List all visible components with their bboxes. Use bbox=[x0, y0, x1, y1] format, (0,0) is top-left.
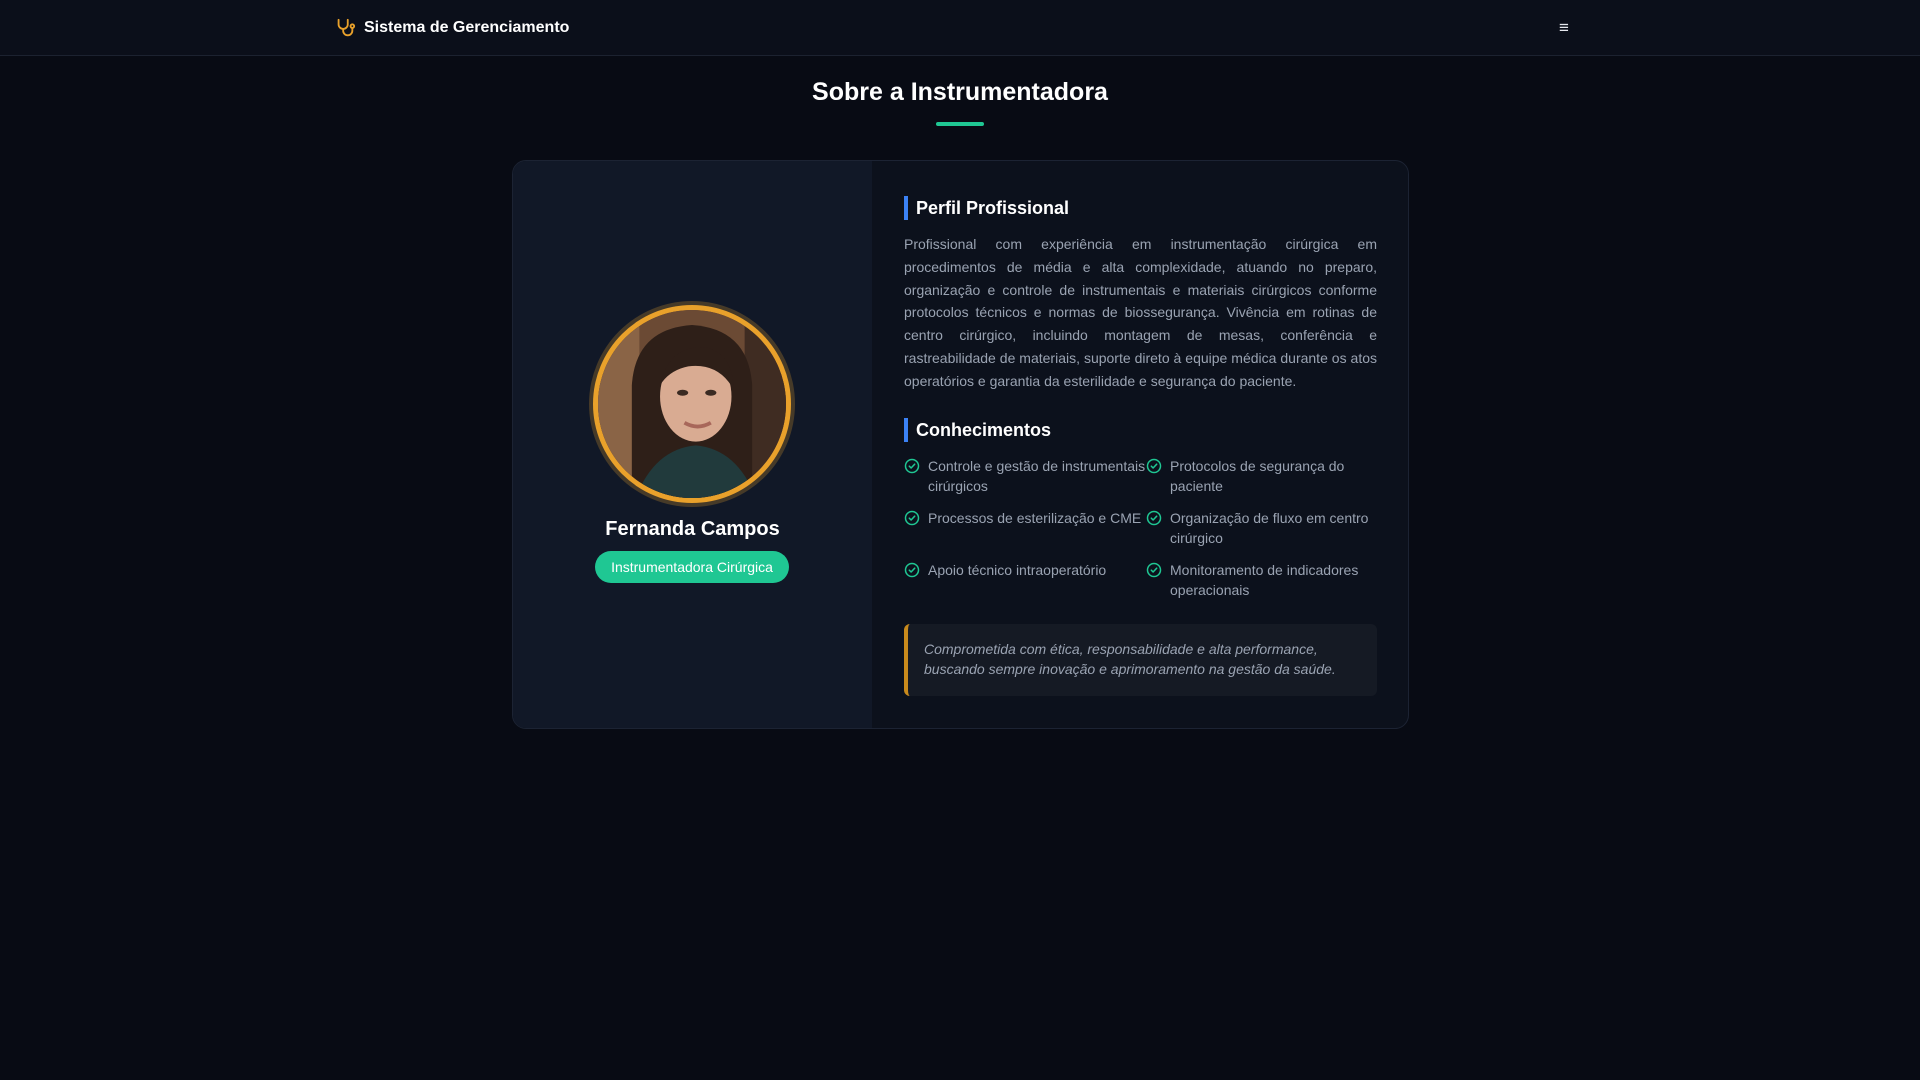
profile-description: Profissional com experiência em instrume… bbox=[904, 236, 1377, 389]
skill-label: Organização de fluxo em centro cirúrgico bbox=[1170, 510, 1369, 546]
title-underline bbox=[936, 122, 984, 126]
check-circle-icon bbox=[1146, 458, 1162, 474]
stethoscope-icon bbox=[334, 17, 356, 39]
mission-quote: Comprometida com ética, responsabilidade… bbox=[904, 624, 1377, 696]
top-navbar: Sistema de Gerenciamento ≡ bbox=[0, 0, 1920, 56]
profile-card: Fernanda Campos Instrumentadora Cirúrgic… bbox=[512, 160, 1409, 729]
skill-item: Apoio técnico intraoperatório bbox=[904, 560, 1146, 600]
person-name: Fernanda Campos bbox=[605, 518, 780, 540]
hamburger-menu-icon: ≡ bbox=[1559, 18, 1569, 37]
skills-list: Controle e gestão de instrumentais cirúr… bbox=[904, 456, 1377, 600]
skill-label: Apoio técnico intraoperatório bbox=[928, 562, 1107, 578]
skill-item: Monitoramento de indicadores operacionai… bbox=[1146, 560, 1377, 600]
avatar-frame bbox=[593, 305, 791, 503]
skill-item: Processos de esterilização e CME bbox=[904, 508, 1146, 548]
skill-label: Protocolos de segurança do paciente bbox=[1170, 458, 1345, 494]
profile-sidebar: Fernanda Campos Instrumentadora Cirúrgic… bbox=[513, 161, 872, 728]
check-circle-icon bbox=[1146, 562, 1162, 578]
skill-label: Processos de esterilização e CME bbox=[928, 510, 1142, 526]
skill-item: Organização de fluxo em centro cirúrgico bbox=[1146, 508, 1377, 548]
brand-link[interactable]: Sistema de Gerenciamento bbox=[334, 16, 569, 40]
brand-name: Sistema de Gerenciamento bbox=[364, 19, 570, 36]
check-circle-icon bbox=[1146, 510, 1162, 526]
skill-item: Controle e gestão de instrumentais cirúr… bbox=[904, 456, 1146, 496]
profile-heading: Perfil Profissional bbox=[904, 196, 1069, 220]
profile-details: Perfil Profissional Profissional com exp… bbox=[872, 161, 1408, 728]
skill-label: Controle e gestão de instrumentais cirúr… bbox=[928, 458, 1146, 494]
menu-button[interactable]: ≡ bbox=[1552, 16, 1576, 40]
check-circle-icon bbox=[904, 562, 920, 578]
skill-item: Protocolos de segurança do paciente bbox=[1146, 456, 1377, 496]
role-badge: Instrumentadora Cirúrgica bbox=[595, 551, 789, 583]
knowledge-heading: Conhecimentos bbox=[904, 418, 1051, 442]
check-circle-icon bbox=[904, 510, 920, 526]
avatar bbox=[598, 310, 786, 498]
check-circle-icon bbox=[904, 458, 920, 474]
page-title: Sobre a Instrumentadora bbox=[812, 78, 1108, 106]
skill-label: Monitoramento de indicadores operacionai… bbox=[1170, 562, 1359, 598]
